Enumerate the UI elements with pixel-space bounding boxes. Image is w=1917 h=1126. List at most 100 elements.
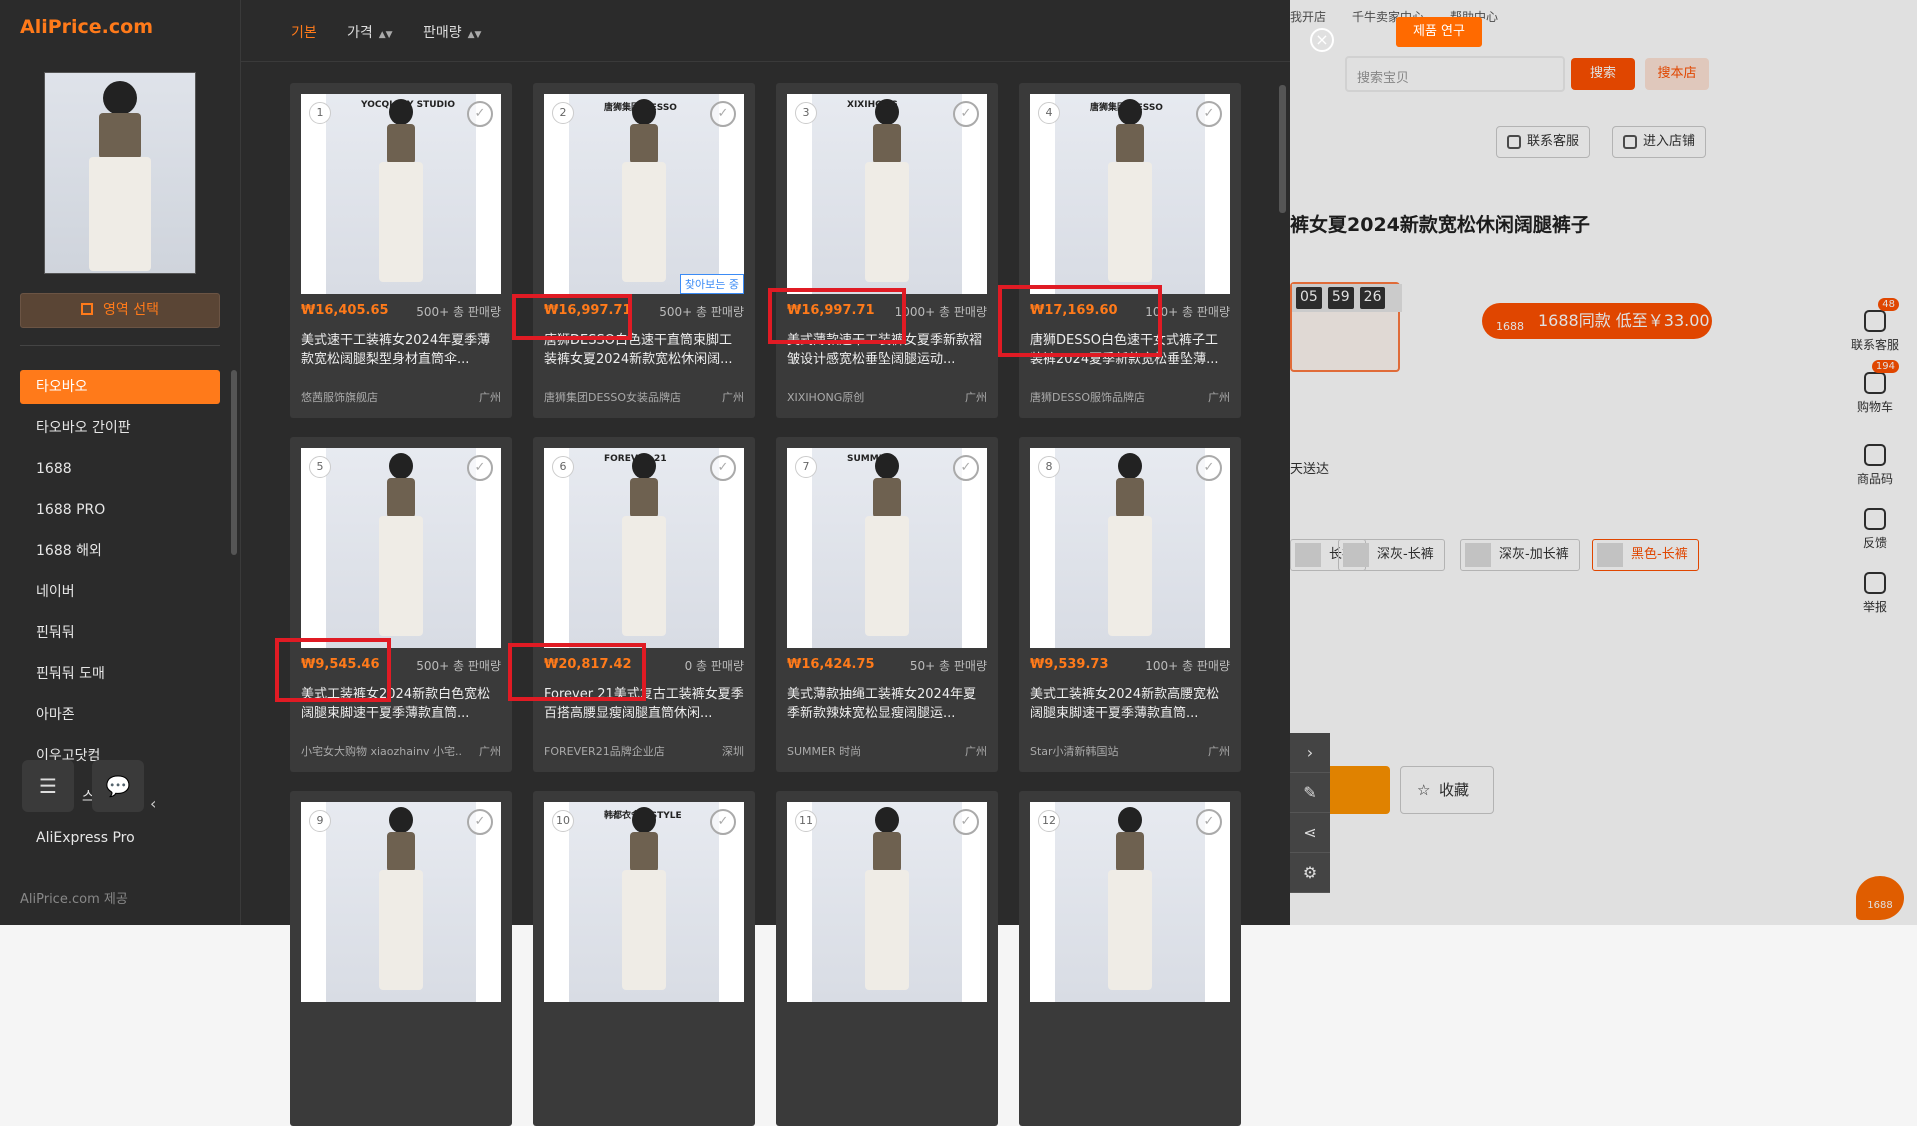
sort-icon: ▲▼ <box>467 30 482 40</box>
product-image[interactable]: YOCQIANY STUDIO 1 ✓ <box>301 94 501 294</box>
product-image[interactable]: FOREVER 21 6 ✓ <box>544 448 744 648</box>
chat-bubble-icon[interactable]: 💬 <box>92 760 144 812</box>
store-search-button[interactable]: 搜索 <box>1571 58 1635 90</box>
nav-pinduoduo[interactable]: 핀둬둬 <box>20 616 220 650</box>
chevron-right-icon[interactable]: › <box>1290 733 1330 773</box>
pencil-icon[interactable]: ✎ <box>1290 773 1330 813</box>
menu-icon[interactable]: ☰ <box>22 760 74 812</box>
share-icon[interactable]: ⋖ <box>1290 813 1330 853</box>
check-icon[interactable]: ✓ <box>710 809 736 835</box>
shop-name[interactable]: XIXIHONG原创 <box>787 389 947 405</box>
product-title-text[interactable]: 美式速干工装裤女2024年夏季薄款宽松阔腿梨型身材直筒伞... <box>301 331 501 371</box>
area-select-button[interactable]: 영역 선택 <box>20 293 220 328</box>
nav-naver[interactable]: 네이버 <box>20 575 220 609</box>
product-research-button[interactable]: 제품 연구 <box>1396 17 1482 47</box>
check-icon[interactable]: ✓ <box>710 101 736 127</box>
product-card[interactable]: FOREVER 21 6 ✓ ₩20,817.42 0 총 판매량 Forever 21美… <box>533 437 755 772</box>
shop-name[interactable]: 悠茜服饰旗舰店 <box>301 389 461 405</box>
check-icon[interactable]: ✓ <box>467 455 493 481</box>
nav-taobao[interactable]: 타오바오 <box>20 370 220 404</box>
sku-option[interactable]: 深灰-长裤 <box>1338 539 1445 571</box>
nav-aliexpress-pro[interactable]: AliExpress Pro <box>20 821 220 855</box>
product-image[interactable]: XIXIHONG 3 ✓ <box>787 94 987 294</box>
rb-cart[interactable]: 194 购物车 <box>1845 360 1905 415</box>
check-icon[interactable]: ✓ <box>1196 455 1222 481</box>
sku-option-selected[interactable]: 黑色-长裤 <box>1592 539 1699 571</box>
product-card[interactable]: 唐狮集团 DESSO 찾아보는 중 2 ✓ ₩16,997.71 500+ 총 판매량 唐狮… <box>533 83 755 418</box>
rb-report[interactable]: 举报 <box>1845 572 1905 615</box>
nav-pinduoduo-wholesale[interactable]: 핀둬둬 도매 <box>20 657 220 691</box>
nav-1688-overseas[interactable]: 1688 해외 <box>20 534 220 568</box>
product-image[interactable]: 11 ✓ <box>787 802 987 1002</box>
search-this-store-button[interactable]: 搜本店 <box>1645 58 1709 90</box>
product-image[interactable]: 唐狮集团 DESSO 4 ✓ <box>1030 94 1230 294</box>
product-image[interactable]: 韩都衣舍 HSTYLE 10 ✓ <box>544 802 744 1002</box>
tab-sales[interactable]: 판매량 ▲▼ <box>423 22 481 42</box>
nav-1688-pro[interactable]: 1688 PRO <box>20 493 220 527</box>
product-card[interactable]: 12 ✓ <box>1019 791 1241 1126</box>
check-icon[interactable]: ✓ <box>1196 809 1222 835</box>
sidebar-scrollbar[interactable] <box>231 370 237 555</box>
product-title-text[interactable]: 美式工装裤女2024新款高腰宽松阔腿束脚速干夏季薄款直筒... <box>1030 685 1230 725</box>
product-card[interactable]: 5 ✓ ₩9,545.46 500+ 총 판매량 美式工装裤女2024新款白色宽松阔腿束… <box>290 437 512 772</box>
product-image[interactable]: 5 ✓ <box>301 448 501 648</box>
product-image[interactable]: 12 ✓ <box>1030 802 1230 1002</box>
shop-location: 广州 <box>965 745 987 758</box>
product-card[interactable]: XIXIHONG 3 ✓ ₩16,997.71 1000+ 총 판매량 美式薄款速干工装裤… <box>776 83 998 418</box>
product-image[interactable]: SUMMER 7 ✓ <box>787 448 987 648</box>
grid-scrollbar[interactable] <box>1279 85 1286 213</box>
favorite-button[interactable]: ☆ 收藏 <box>1400 766 1494 814</box>
shop-name[interactable]: FOREVER21品牌企业店 <box>544 743 704 759</box>
check-icon[interactable]: ✓ <box>710 455 736 481</box>
product-image[interactable]: 9 ✓ <box>301 802 501 1002</box>
tab-basic[interactable]: 기본 <box>291 22 317 42</box>
rb-feedback[interactable]: 反馈 <box>1845 508 1905 551</box>
store-search-input[interactable]: 搜索宝贝 <box>1345 56 1565 92</box>
product-card[interactable]: 11 ✓ <box>776 791 998 1126</box>
shop-name[interactable]: 唐狮DESSO服饰品牌店 <box>1030 389 1190 405</box>
shop-name[interactable]: Star小清新韩国站 <box>1030 743 1190 759</box>
product-image[interactable]: 8 ✓ <box>1030 448 1230 648</box>
check-icon[interactable]: ✓ <box>467 101 493 127</box>
product-title-text[interactable] <box>1030 1039 1230 1079</box>
close-icon[interactable]: × <box>1310 28 1334 52</box>
product-title-text[interactable] <box>787 1039 987 1079</box>
nav-amazon[interactable]: 아마존 <box>20 698 220 732</box>
sku-option[interactable]: 深灰-加长裤 <box>1460 539 1580 571</box>
aliprice-logo[interactable]: AliPrice.com <box>20 16 153 38</box>
product-card[interactable]: 韩都衣舍 HSTYLE 10 ✓ <box>533 791 755 1126</box>
topnav-open-store[interactable]: 我开店 <box>1290 8 1326 25</box>
model-head <box>389 807 413 833</box>
product-card[interactable]: YOCQIANY STUDIO 1 ✓ ₩16,405.65 500+ 총 판매량 美式速… <box>290 83 512 418</box>
collapse-icon[interactable]: ‹ <box>150 794 156 813</box>
product-title-text[interactable] <box>544 1039 744 1079</box>
service-icon <box>1864 310 1886 332</box>
product-title-text[interactable] <box>301 1039 501 1079</box>
contact-service-button[interactable]: 联系客服 <box>1496 126 1591 158</box>
product-image[interactable]: 唐狮集团 DESSO 찾아보는 중 2 ✓ <box>544 94 744 294</box>
check-icon[interactable]: ✓ <box>953 809 979 835</box>
check-icon[interactable]: ✓ <box>1196 101 1222 127</box>
nav-1688[interactable]: 1688 <box>20 452 220 486</box>
settings-icon[interactable]: ⚙ <box>1290 853 1330 893</box>
brand-badge: 唐狮集团 DESSO <box>1090 103 1163 113</box>
check-icon[interactable]: ✓ <box>953 101 979 127</box>
shop-name[interactable]: SUMMER 时尚 <box>787 743 947 759</box>
shop-name[interactable]: 小宅女大购物 xiaozhainv 小宅... <box>301 743 461 759</box>
tab-price[interactable]: 가격 ▲▼ <box>347 22 393 42</box>
shop-name[interactable]: 唐狮集团DESSO女装品牌店 <box>544 389 704 405</box>
enter-store-button[interactable]: 进入店铺 <box>1612 126 1707 158</box>
product-title-text[interactable]: 美式薄款抽绳工装裤女2024年夏季新款辣妹宽松显瘦阔腿运... <box>787 685 987 725</box>
rb-contact-service[interactable]: 48 联系客服 <box>1845 298 1905 353</box>
check-icon[interactable]: ✓ <box>467 809 493 835</box>
check-icon[interactable]: ✓ <box>953 455 979 481</box>
product-card[interactable]: 9 ✓ <box>290 791 512 1126</box>
product-card[interactable]: 唐狮集团 DESSO 4 ✓ ₩17,169.60 100+ 총 판매량 唐狮DESSO白… <box>1019 83 1241 418</box>
1688-same-product-pill[interactable]: 1688 1688同款 低至￥33.00 <box>1482 303 1712 339</box>
product-card[interactable]: SUMMER 7 ✓ ₩16,424.75 50+ 총 판매량 美式薄款抽绳工装裤女202… <box>776 437 998 772</box>
rb-product-code[interactable]: 商品码 <box>1845 444 1905 487</box>
nav-taobao-lite[interactable]: 타오바오 간이판 <box>20 411 220 445</box>
model-pants <box>865 162 909 282</box>
product-card[interactable]: 8 ✓ ₩9,539.73 100+ 총 판매량 美式工装裤女2024新款高腰宽松阔腿束… <box>1019 437 1241 772</box>
1688-corner-logo[interactable]: 1688 <box>1856 876 1904 920</box>
